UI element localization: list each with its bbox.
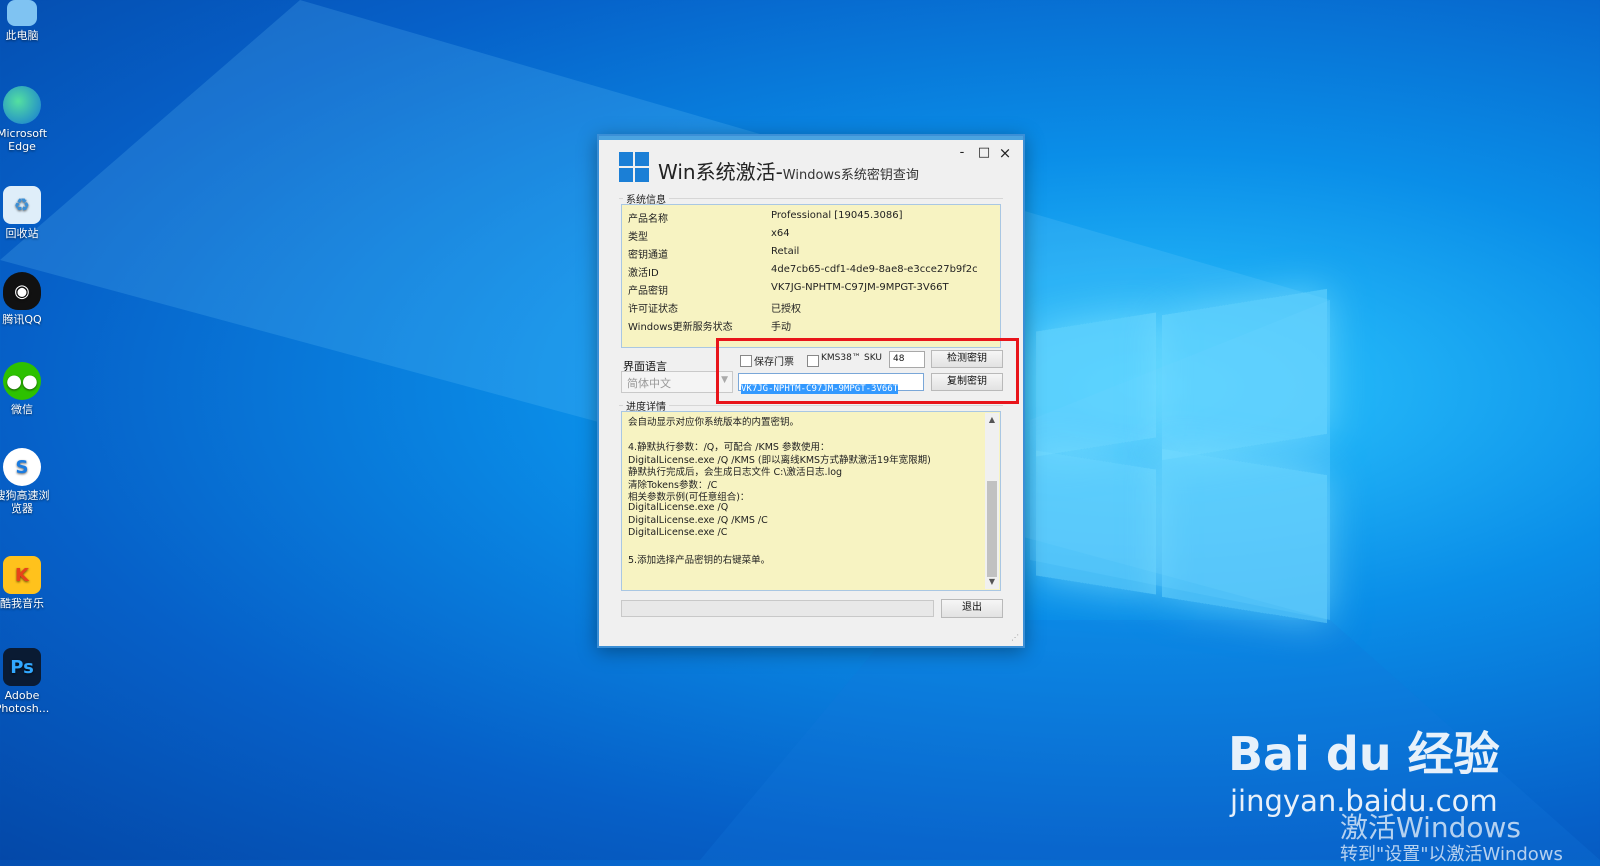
desktop-icon-computer[interactable]: 此电脑 [0, 0, 52, 42]
kuwo-music-icon: K [3, 556, 41, 594]
log-scrollbar[interactable]: ▲ ▼ [985, 413, 999, 589]
wallpaper-logo-pane [1162, 288, 1327, 461]
sysinfo-key: 产品密钥 [628, 286, 668, 297]
sysinfo-key: 激活ID [628, 268, 659, 279]
sysinfo-value: 手动 [771, 322, 791, 333]
sysinfo-key: 许可证状态 [628, 304, 678, 315]
log-line: 4.静默执行参数：/Q，可配合 /KMS 参数使用： [628, 442, 830, 453]
sysinfo-value: 已授权 [771, 304, 801, 315]
wallpaper-logo-pane [1036, 450, 1156, 595]
sysinfo-value: 4de7cb65-cdf1-4de9-8ae8-e3cce27b9f2c [771, 264, 978, 275]
desktop-icon-kuwo[interactable]: K 酷我音乐 [0, 556, 52, 610]
resize-grip-icon[interactable]: ⋰ [1011, 633, 1019, 642]
maximize-button[interactable]: □ [975, 144, 993, 162]
desktop-icon-recycle-bin[interactable]: ♻ 回收站 [0, 186, 52, 240]
sysinfo-value: VK7JG-NPHTM-C97JM-9MPGT-3V66T [771, 282, 949, 293]
sysinfo-value: Retail [771, 246, 800, 257]
baidu-brand-watermark: Bai du 经验 [1228, 727, 1500, 781]
recycle-bin-icon: ♻ [3, 186, 41, 224]
desktop-icon-label: Microsoft Edge [0, 127, 48, 153]
photoshop-icon: Ps [3, 648, 41, 686]
desktop-icon-photoshop[interactable]: Ps Adobe Photosh... [0, 648, 52, 715]
log-line: 相关参数示例(可任意组合)： [628, 492, 750, 503]
desktop-icon-qq[interactable]: ◉ 腾讯QQ [0, 272, 52, 326]
qq-icon: ◉ [3, 272, 41, 310]
sysinfo-key: 类型 [628, 232, 648, 243]
log-line: DigitalLicense.exe /Q [628, 502, 729, 513]
sysinfo-key: 密钥通道 [628, 250, 668, 261]
scroll-down-icon[interactable]: ▼ [985, 575, 999, 589]
title-sub: Windows系统密钥查询 [782, 168, 919, 183]
log-line: 会自动显示对应你系统版本的内置密钥。 [628, 417, 800, 428]
progress-bar [621, 600, 934, 617]
sysinfo-panel: 产品名称 Professional [19045.3086] 类型 x64 密钥通道… [621, 204, 1001, 348]
desktop-icon-label: Adobe Photosh... [0, 689, 50, 715]
activate-windows-line2: 转到"设置"以激活Windows [1340, 844, 1563, 865]
desktop-icon-wechat[interactable]: ●● 微信 [0, 362, 52, 416]
desktop-icon-label: 酷我音乐 [0, 597, 44, 610]
scrollbar-thumb[interactable] [987, 481, 997, 577]
desktop-icon-label: 微信 [11, 403, 33, 416]
title-main: Win系统激活- [658, 160, 783, 184]
sysinfo-key: 产品名称 [628, 214, 668, 225]
log-textarea[interactable]: 会自动显示对应你系统版本的内置密钥。 4.静默执行参数：/Q，可配合 /KMS … [621, 411, 1001, 591]
window-top-accent [599, 136, 1023, 140]
windows-logo-icon [619, 152, 650, 183]
log-line: 静默执行完成后，会生成日志文件 C:\激活日志.log [628, 467, 843, 478]
close-button[interactable]: × [996, 144, 1014, 162]
desktop-icon-label: 搜狗高速浏览器 [0, 489, 50, 515]
sysinfo-value: Professional [19045.3086] [771, 210, 903, 221]
sysinfo-group-border [619, 198, 1003, 199]
desktop-icon-label: 腾讯QQ [2, 313, 42, 326]
wechat-icon: ●● [3, 362, 41, 400]
exit-button[interactable]: 退出 [941, 599, 1003, 618]
activation-window: Win系统激活-Windows系统密钥查询 - □ × 系统信息 产品名称 Pro… [597, 134, 1025, 648]
minimize-button[interactable]: - [953, 144, 971, 162]
language-selected: 简体中文 [627, 377, 671, 390]
wallpaper-logo-pane [1036, 312, 1156, 457]
edge-icon [3, 86, 41, 124]
desktop-icon-label: 回收站 [5, 227, 39, 240]
sysinfo-value: x64 [771, 228, 790, 239]
desktop-icon-label: 此电脑 [5, 29, 39, 42]
log-line: DigitalLicense.exe /C [628, 527, 728, 538]
log-group-border [619, 405, 1003, 406]
sysinfo-key: Windows更新服务状态 [628, 322, 733, 333]
scroll-up-icon[interactable]: ▲ [985, 413, 999, 427]
wallpaper-logo-pane [1162, 448, 1327, 624]
red-highlight-box [716, 338, 1019, 404]
log-line: DigitalLicense.exe /Q /KMS /C [628, 515, 768, 526]
computer-icon [7, 0, 37, 26]
sogou-browser-icon: S [3, 448, 41, 486]
window-title: Win系统激活-Windows系统密钥查询 [658, 156, 919, 185]
desktop-icon-edge[interactable]: Microsoft Edge [0, 86, 52, 153]
desktop-icon-sogou[interactable]: S 搜狗高速浏览器 [0, 448, 52, 515]
log-line: 5.添加选择产品密钥的右键菜单。 [628, 555, 771, 566]
